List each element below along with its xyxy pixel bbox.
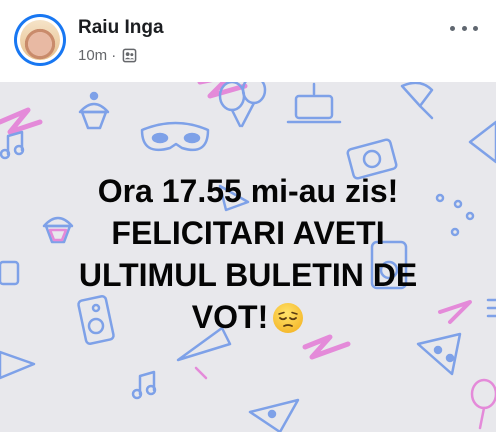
more-dot <box>473 25 478 31</box>
post-background: Ora 17.55 mi-au zis! FELICITARI AVETI UL… <box>0 82 496 432</box>
pensive-face-emoji <box>273 303 304 333</box>
avatar-image <box>20 20 60 60</box>
balloons-icon <box>218 82 267 128</box>
confetti-swoosh <box>302 334 351 360</box>
more-options-button[interactable] <box>450 20 478 36</box>
post-text-line-4: VOT! <box>40 296 456 338</box>
more-horizontal-icon <box>450 25 455 31</box>
music-notes-icon <box>0 130 25 160</box>
cake-icon <box>286 82 342 124</box>
party-hat-icon <box>468 120 496 164</box>
balloon-icon <box>470 378 496 430</box>
post-header: Raiu Inga 10m · <box>0 0 496 82</box>
post-text-line-4-text: VOT! <box>191 299 269 335</box>
confetti-swoosh <box>0 107 43 135</box>
post-text-line-1: Ora 17.55 mi-au zis! <box>97 173 399 209</box>
meta-separator: · <box>111 46 117 64</box>
avatar-frame <box>17 17 63 63</box>
more-dot <box>461 25 467 31</box>
post-timestamp[interactable]: 10m <box>78 47 107 64</box>
pizza-slice-icon <box>248 398 300 432</box>
lollipop-icon <box>400 82 434 120</box>
post-text-line-3: ULTIMUL BULETIN DE <box>78 257 418 293</box>
post-meta: 10m · <box>78 45 137 65</box>
cupcake-icon <box>78 91 110 130</box>
author-name[interactable]: Raiu Inga <box>78 17 164 39</box>
post-text: Ora 17.55 mi-au zis! FELICITARI AVETI UL… <box>40 170 456 338</box>
gift-icon <box>0 260 20 286</box>
cake-slice-icon <box>0 350 36 380</box>
friends-icon[interactable] <box>122 48 137 63</box>
streamer-icon <box>486 298 496 318</box>
music-notes-icon <box>131 370 157 400</box>
pizza-slice-icon <box>416 332 462 376</box>
mask-icon <box>140 121 210 152</box>
avatar[interactable] <box>14 14 66 66</box>
post-text-line-2: FELICITARI AVETI <box>111 215 385 251</box>
